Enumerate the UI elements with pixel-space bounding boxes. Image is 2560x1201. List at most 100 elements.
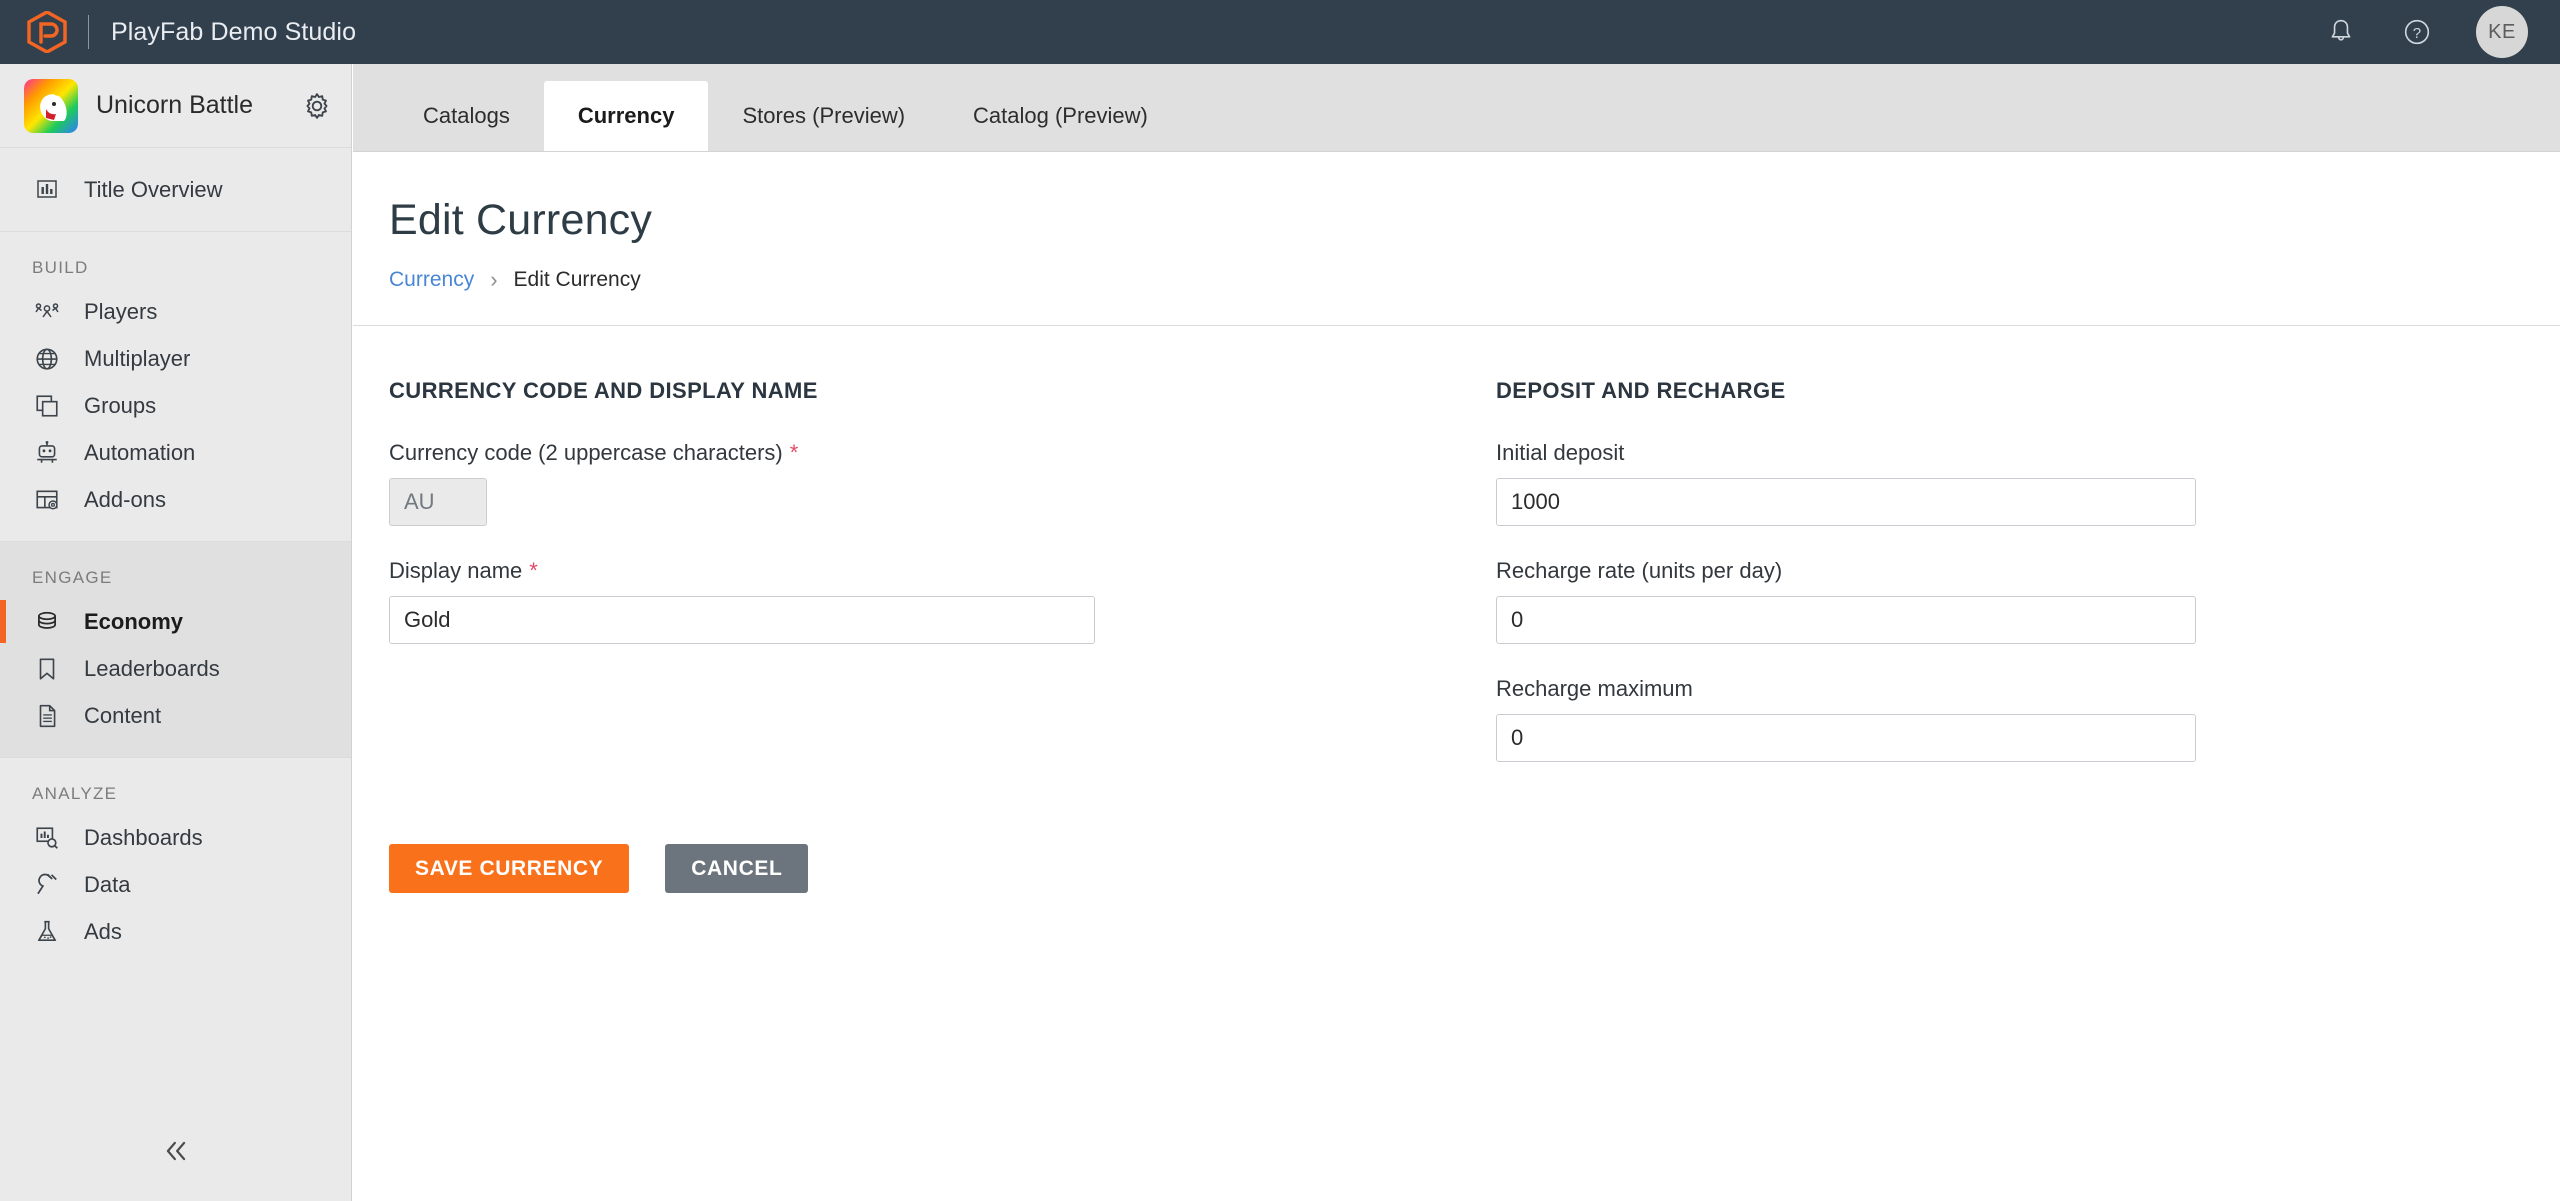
sidebar-item-content[interactable]: Content <box>0 692 351 739</box>
sidebar-item-ads[interactable]: Ads <box>0 908 351 955</box>
field-label-text: Currency code (2 uppercase characters) <box>389 440 783 465</box>
sidebar-item-economy[interactable]: Economy <box>0 598 351 645</box>
field-label: Initial deposit <box>1496 440 2296 466</box>
save-currency-button[interactable]: SAVE CURRENCY <box>389 844 630 893</box>
plug-icon <box>32 871 62 899</box>
chevron-right-icon: › <box>490 267 498 292</box>
breadcrumb-link-currency[interactable]: Currency <box>389 268 474 292</box>
field-label: Currency code (2 uppercase characters) * <box>389 440 1496 466</box>
field-label: Recharge rate (units per day) <box>1496 558 2296 584</box>
document-icon <box>32 702 62 730</box>
nav-group-build: BUILD Players Multiplayer Groups Automat… <box>0 231 351 541</box>
sidebar-collapse-button[interactable] <box>0 1138 352 1169</box>
field-currency-code: Currency code (2 uppercase characters) * <box>389 440 1496 526</box>
field-label: Display name * <box>389 558 1496 584</box>
sidebar-item-players[interactable]: Players <box>0 288 351 335</box>
sidebar-item-label: Groups <box>84 392 157 418</box>
sidebar-item-label: Add-ons <box>84 486 166 512</box>
field-label-text: Initial deposit <box>1496 440 1625 465</box>
field-label-text: Recharge maximum <box>1496 676 1693 701</box>
sidebar-item-label: Multiplayer <box>84 345 191 371</box>
nav-heading-engage: ENGAGE <box>32 568 113 587</box>
brand-title: PlayFab Demo Studio <box>111 17 357 46</box>
tab-label: Catalog (Preview) <box>973 103 1148 128</box>
sidebar-item-add-ons[interactable]: Add-ons <box>0 476 351 523</box>
gear-icon[interactable] <box>301 90 333 122</box>
tab-catalog-preview[interactable]: Catalog (Preview) <box>939 81 1182 151</box>
chart-magnifier-icon <box>32 824 62 852</box>
svg-text:?: ? <box>2413 25 2421 42</box>
field-recharge-rate: Recharge rate (units per day) <box>1496 558 2296 644</box>
title-name: Unicorn Battle <box>96 91 254 119</box>
nav-group-engage: ENGAGE Economy Leaderboards Content <box>0 541 351 757</box>
bookmark-icon <box>32 655 62 683</box>
cancel-button[interactable]: CANCEL <box>665 844 809 893</box>
bell-icon[interactable] <box>2324 15 2358 49</box>
tab-label: Catalogs <box>423 103 510 128</box>
avatar-initials: KE <box>2488 20 2516 43</box>
sidebar-item-leaderboards[interactable]: Leaderboards <box>0 645 351 692</box>
nav-group-analyze: ANALYZE Dashboards Data Ads <box>0 757 351 955</box>
brand-divider <box>88 15 89 49</box>
field-recharge-maximum: Recharge maximum <box>1496 676 2296 762</box>
field-label-text: Display name <box>389 558 523 583</box>
topbar-actions: ? KE <box>2324 6 2528 58</box>
nav-heading-build: BUILD <box>32 258 89 277</box>
question-circle-icon[interactable]: ? <box>2400 15 2434 49</box>
page-title: Edit Currency <box>389 196 653 244</box>
sidebar-item-data[interactable]: Data <box>0 861 351 908</box>
nav-group-overview: Title Overview <box>0 148 351 231</box>
form-column-right: DEPOSIT AND RECHARGE Initial deposit Rec… <box>1496 378 2296 794</box>
field-label: Recharge maximum <box>1496 676 2296 702</box>
avatar[interactable]: KE <box>2476 6 2528 58</box>
field-initial-deposit: Initial deposit <box>1496 440 2296 526</box>
sidebar-item-automation[interactable]: Automation <box>0 429 351 476</box>
sidebar-item-label: Players <box>84 298 158 324</box>
initial-deposit-input[interactable] <box>1496 478 2196 526</box>
tab-label: Currency <box>577 103 675 128</box>
currency-code-input[interactable] <box>389 478 487 526</box>
unicorn-title-thumbnail-icon <box>24 78 78 133</box>
sidebar-item-multiplayer[interactable]: Multiplayer <box>0 335 351 382</box>
nav-heading-analyze: ANALYZE <box>32 784 118 803</box>
sidebar-item-label: Economy <box>84 608 184 634</box>
tab-stores-preview[interactable]: Stores (Preview) <box>708 81 939 151</box>
double-chevron-left-icon <box>161 1138 191 1169</box>
breadcrumb-current: Edit Currency <box>513 268 641 291</box>
breadcrumb: Currency › Edit Currency <box>389 267 2560 293</box>
title-selector[interactable]: Unicorn Battle <box>0 64 351 148</box>
main-content: Catalogs Currency Stores (Preview) Catal… <box>353 64 2560 1201</box>
page-content: Edit Currency Currency › Edit Currency C… <box>353 152 2560 893</box>
tab-currency[interactable]: Currency <box>543 81 709 151</box>
form-column-left: CURRENCY CODE AND DISPLAY NAME Currency … <box>389 378 1496 794</box>
playfab-hexagon-logo-icon[interactable] <box>26 11 68 53</box>
sidebar-item-label: Dashboards <box>84 824 203 850</box>
tab-catalogs[interactable]: Catalogs <box>389 81 544 151</box>
recharge-maximum-input[interactable] <box>1496 714 2196 762</box>
sidebar-item-dashboards[interactable]: Dashboards <box>0 814 351 861</box>
sidebar-item-title-overview[interactable]: Title Overview <box>0 166 351 213</box>
display-name-input[interactable] <box>389 596 1095 644</box>
sidebar-item-groups[interactable]: Groups <box>0 382 351 429</box>
currency-form: CURRENCY CODE AND DISPLAY NAME Currency … <box>389 326 2560 794</box>
sidebar-item-label: Ads <box>84 918 122 944</box>
sidebar: Unicorn Battle Title Overview BUILD Play… <box>0 64 352 1201</box>
section-heading-currency-code: CURRENCY CODE AND DISPLAY NAME <box>389 378 818 403</box>
field-display-name: Display name * <box>389 558 1496 644</box>
people-icon <box>32 298 62 326</box>
section-heading-deposit-recharge: DEPOSIT AND RECHARGE <box>1496 378 1786 403</box>
sidebar-item-label: Title Overview <box>84 176 223 202</box>
tab-label: Stores (Preview) <box>742 103 906 128</box>
recharge-rate-input[interactable] <box>1496 596 2196 644</box>
form-actions: SAVE CURRENCY CANCEL <box>389 844 2560 893</box>
globe-icon <box>32 345 62 373</box>
sidebar-item-label: Leaderboards <box>84 655 220 681</box>
bar-chart-icon <box>32 176 62 204</box>
stacked-squares-icon <box>32 392 62 420</box>
field-label-text: Recharge rate (units per day) <box>1496 558 1783 583</box>
flask-icon <box>32 918 62 946</box>
